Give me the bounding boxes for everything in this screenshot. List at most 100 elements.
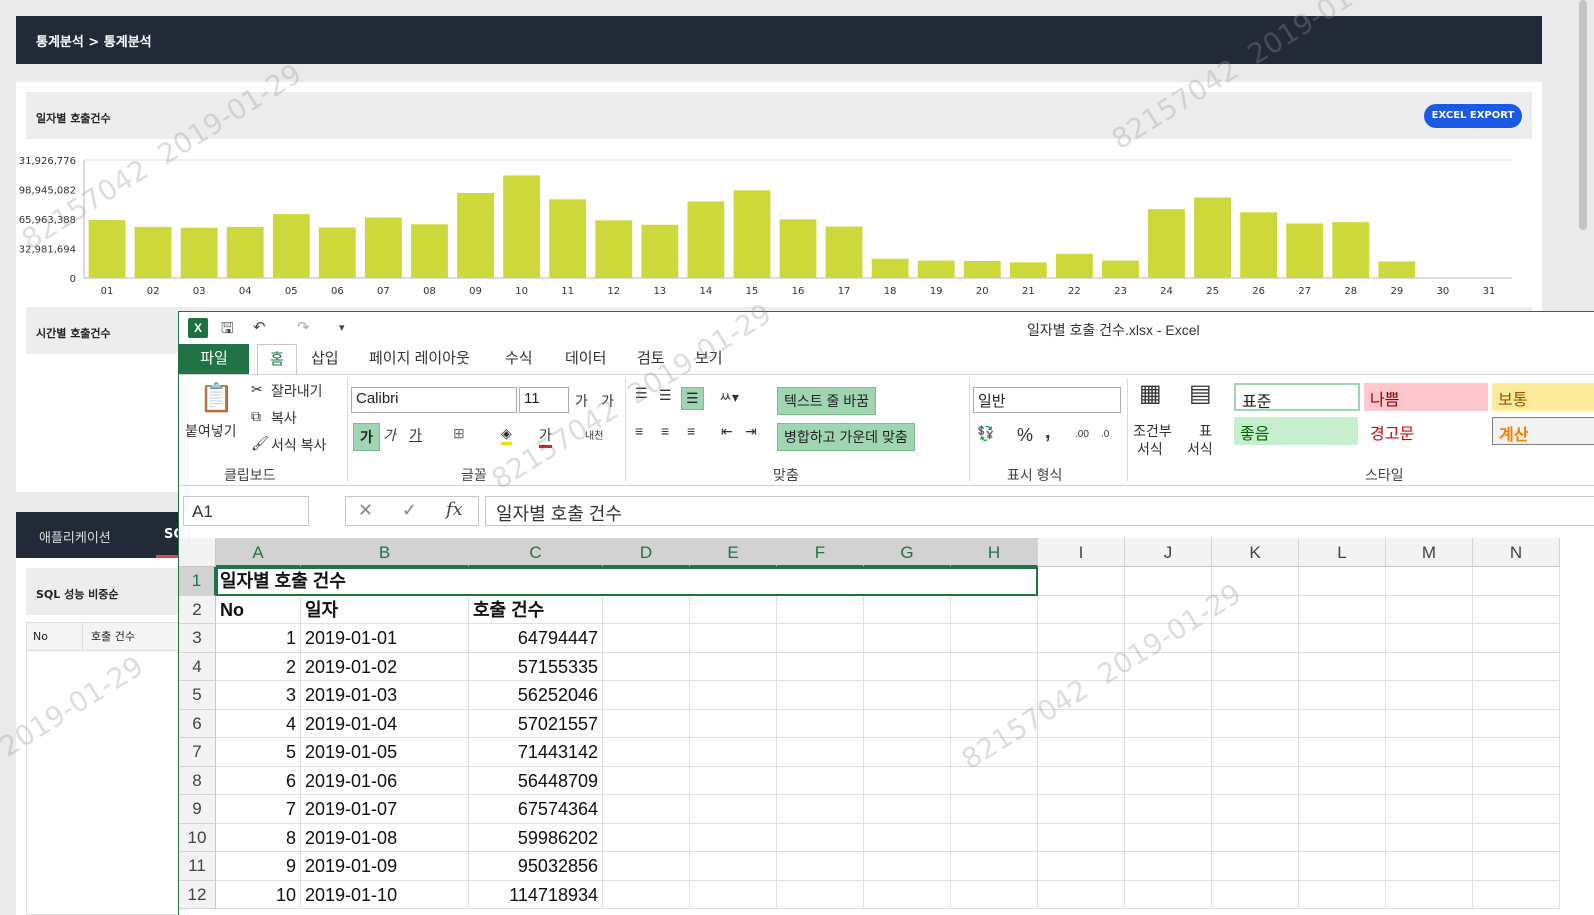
tab-review[interactable]: 검토 <box>631 344 671 374</box>
cell[interactable] <box>951 852 1038 881</box>
cell[interactable] <box>1212 795 1299 824</box>
cell[interactable]: 2019-01-05 <box>301 738 469 767</box>
formula-input[interactable]: 일자별 호출 건수 <box>485 496 1594 526</box>
align-left-icon[interactable]: ≡ <box>635 423 643 439</box>
bold-button[interactable]: 가 <box>353 423 380 451</box>
column-header[interactable]: N <box>1473 538 1560 567</box>
cell[interactable] <box>1473 738 1560 767</box>
bar[interactable] <box>1102 260 1139 278</box>
cell[interactable] <box>690 709 777 738</box>
cell[interactable] <box>1125 567 1212 596</box>
select-all-corner[interactable] <box>179 538 216 567</box>
row-header[interactable]: 6 <box>179 709 216 738</box>
wrap-text-button[interactable]: 텍스트 줄 바꿈 <box>777 387 877 415</box>
orientation-icon[interactable]: ㅆ▾ <box>719 387 739 407</box>
cell[interactable] <box>777 880 864 909</box>
cell[interactable] <box>777 652 864 681</box>
cell[interactable] <box>690 766 777 795</box>
cell[interactable] <box>777 852 864 881</box>
cell[interactable] <box>1473 795 1560 824</box>
cell[interactable]: 2019-01-08 <box>301 823 469 852</box>
cell[interactable] <box>777 624 864 653</box>
bar[interactable] <box>687 201 725 278</box>
style-bad[interactable]: 나쁨 <box>1364 383 1488 411</box>
percent-button[interactable]: % <box>1017 425 1033 446</box>
tab-page-layout[interactable]: 페이지 레이아웃 <box>363 344 476 374</box>
cell[interactable]: 호출 건수 <box>469 595 603 624</box>
cell[interactable] <box>603 852 690 881</box>
cell[interactable] <box>777 681 864 710</box>
cell[interactable]: 2019-01-04 <box>301 709 469 738</box>
cell[interactable] <box>777 567 864 596</box>
cell[interactable] <box>1125 624 1212 653</box>
cell[interactable] <box>603 681 690 710</box>
cell[interactable]: 2019-01-01 <box>301 624 469 653</box>
cell[interactable] <box>1038 852 1125 881</box>
align-top-icon[interactable]: ☰ <box>635 385 648 402</box>
column-header[interactable]: D <box>603 538 690 567</box>
cell[interactable] <box>951 681 1038 710</box>
cell[interactable] <box>1386 567 1473 596</box>
bar[interactable] <box>1194 197 1232 278</box>
cell[interactable] <box>1299 738 1386 767</box>
cell[interactable] <box>1212 624 1299 653</box>
column-header[interactable]: J <box>1125 538 1212 567</box>
cell[interactable] <box>777 595 864 624</box>
bar[interactable] <box>733 190 771 278</box>
align-bottom-icon[interactable]: ☰ <box>681 387 704 410</box>
cell[interactable]: 일자 <box>301 595 469 624</box>
cell[interactable] <box>690 738 777 767</box>
increase-indent-icon[interactable]: ⇥ <box>745 423 757 440</box>
bar[interactable] <box>226 226 264 278</box>
table-format-button-2[interactable]: 서식 <box>1187 439 1213 459</box>
cell[interactable] <box>690 652 777 681</box>
save-icon[interactable]: 🖫 <box>221 318 234 343</box>
cell[interactable] <box>1038 652 1125 681</box>
cell[interactable] <box>1386 766 1473 795</box>
cell[interactable]: 2019-01-09 <box>301 852 469 881</box>
bar[interactable] <box>1378 261 1416 278</box>
bar[interactable] <box>364 217 402 278</box>
cell[interactable] <box>1386 624 1473 653</box>
bar[interactable] <box>1055 253 1093 278</box>
column-header[interactable]: M <box>1386 538 1473 567</box>
cell[interactable] <box>690 624 777 653</box>
cell[interactable]: 95032856 <box>469 852 603 881</box>
cell[interactable] <box>1212 652 1299 681</box>
undo-icon[interactable]: ↶ <box>253 318 266 336</box>
cell[interactable]: 2019-01-03 <box>301 681 469 710</box>
cell[interactable]: 56252046 <box>469 681 603 710</box>
cell[interactable]: 6 <box>216 766 301 795</box>
column-header[interactable]: C <box>469 538 603 567</box>
table-format-icon[interactable]: ▤ <box>1189 379 1212 408</box>
cell[interactable] <box>1038 880 1125 909</box>
column-header[interactable]: E <box>690 538 777 567</box>
cell[interactable] <box>951 709 1038 738</box>
cell[interactable] <box>1299 709 1386 738</box>
cell[interactable] <box>951 652 1038 681</box>
cell[interactable] <box>1473 823 1560 852</box>
font-color-button[interactable]: 가 <box>539 425 552 448</box>
row-header[interactable]: 10 <box>179 823 216 852</box>
redo-icon[interactable]: ↷ <box>297 318 310 336</box>
cell[interactable]: 59986202 <box>469 823 603 852</box>
cell[interactable] <box>1386 880 1473 909</box>
cell[interactable] <box>603 595 690 624</box>
bar[interactable] <box>88 220 126 278</box>
cell[interactable] <box>951 880 1038 909</box>
cell[interactable]: 64794447 <box>469 624 603 653</box>
cell[interactable] <box>603 567 690 596</box>
phonetic-button[interactable]: 내천 <box>585 427 603 442</box>
name-box[interactable]: A1 <box>183 496 309 526</box>
style-warning[interactable]: 경고문 <box>1364 417 1488 445</box>
tab-view[interactable]: 보기 <box>689 344 729 374</box>
cell[interactable] <box>1212 880 1299 909</box>
cell[interactable] <box>1299 624 1386 653</box>
cell[interactable]: 9 <box>216 852 301 881</box>
cell[interactable] <box>1212 766 1299 795</box>
cell[interactable] <box>1125 766 1212 795</box>
cell[interactable] <box>1038 795 1125 824</box>
cell[interactable]: 57155335 <box>469 652 603 681</box>
tab-home[interactable]: 홈 <box>257 344 297 375</box>
cell[interactable]: 일자별 호출 건수 <box>216 567 346 596</box>
